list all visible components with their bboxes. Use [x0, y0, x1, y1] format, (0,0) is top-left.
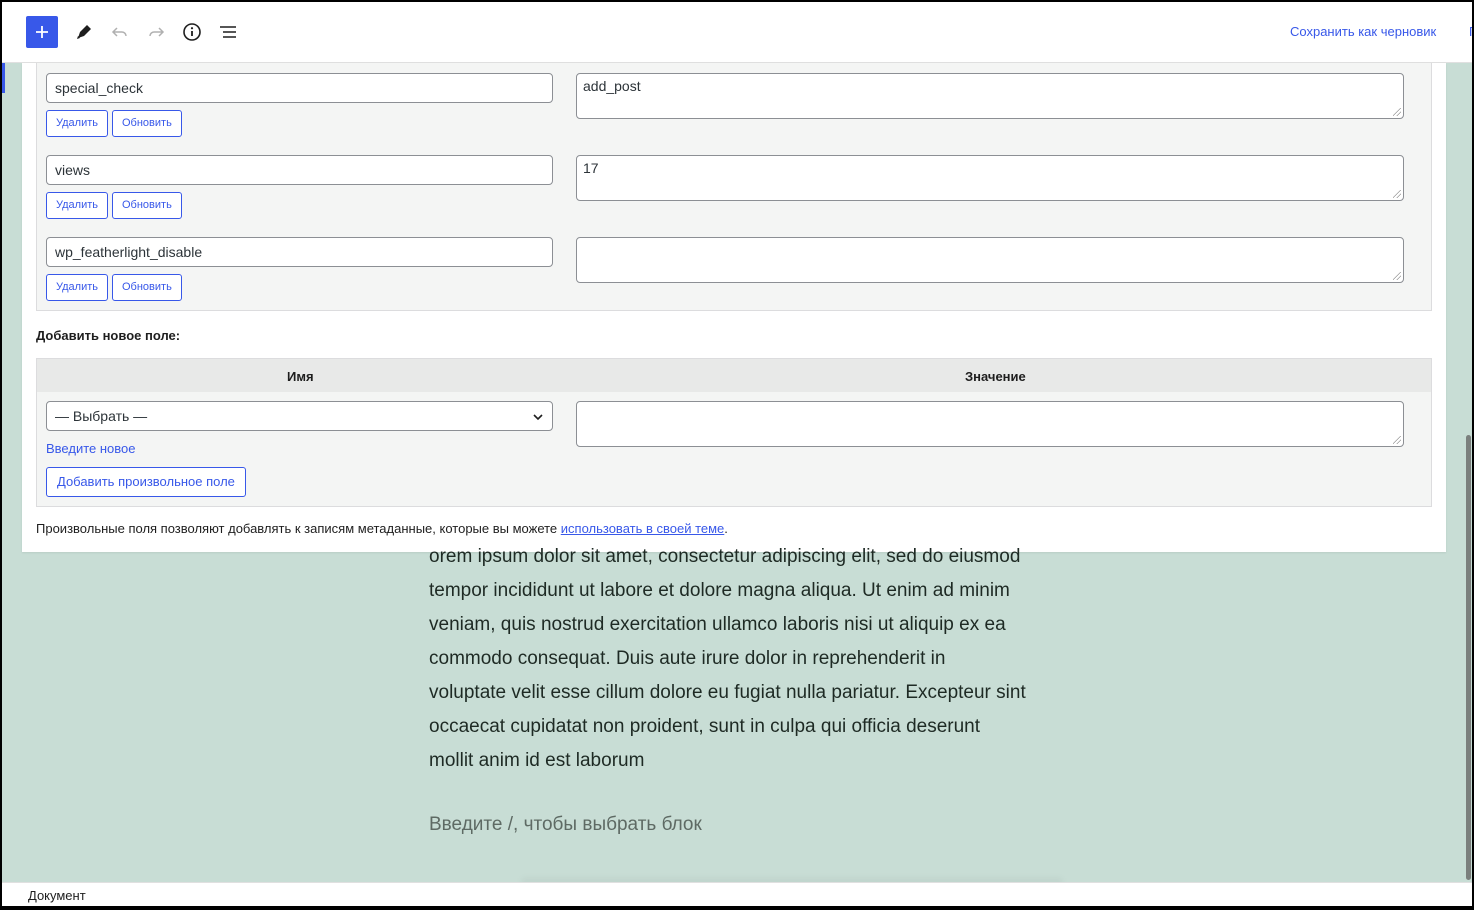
new-field-value-textarea[interactable]: [576, 401, 1404, 447]
paragraph-block[interactable]: orem ipsum dolor sit amet, consectetur a…: [429, 540, 1049, 778]
note-text: Произвольные поля позволяют добавлять к …: [36, 521, 561, 536]
field-key-input[interactable]: views: [46, 155, 553, 185]
update-field-button[interactable]: Обновить: [112, 110, 182, 137]
select-value: — Выбрать —: [55, 408, 148, 424]
column-name-header: Имя: [287, 369, 314, 384]
delete-field-button[interactable]: Удалить: [46, 192, 108, 219]
resize-handle-icon[interactable]: [1393, 190, 1401, 198]
paragraph-line: mollit anim id est laborum: [429, 750, 645, 771]
custom-fields-note: Произвольные поля позволяют добавлять к …: [36, 521, 728, 536]
info-icon[interactable]: [176, 16, 208, 48]
scrollbar[interactable]: [1465, 63, 1472, 884]
custom-field-row: special_check add_post Удалить Обновить: [37, 73, 1433, 155]
preview-button[interactable]: П: [1469, 24, 1472, 39]
block-placeholder[interactable]: Введите /, чтобы выбрать блок: [429, 814, 702, 836]
field-name-select[interactable]: — Выбрать —: [46, 401, 553, 431]
field-value-textarea[interactable]: 17: [576, 155, 1404, 201]
paragraph-line: voluptate velit esse cillum dolore eu fu…: [429, 682, 1026, 703]
redo-icon[interactable]: [140, 16, 172, 48]
custom-field-row: wp_featherlight_disable Удалить Обновить: [37, 237, 1433, 319]
enter-new-link[interactable]: Введите новое: [46, 441, 136, 456]
field-value-textarea[interactable]: add_post: [576, 73, 1404, 119]
update-field-button[interactable]: Обновить: [112, 192, 182, 219]
paragraph-line: veniam, quis nostrud exercitation ullamc…: [429, 614, 1006, 635]
paragraph-line: commodo consequat. Duis aute irure dolor…: [429, 648, 946, 669]
add-field-table-header: Имя Значение: [37, 359, 1431, 392]
paragraph-line: occaecat cupidatat non proident, sunt in…: [429, 716, 981, 737]
add-custom-field-button[interactable]: Добавить произвольное поле: [46, 467, 246, 497]
paragraph-line: tempor incididunt ut labore et dolore ma…: [429, 580, 1010, 601]
editor-frame: Сохранить как черновик П special_check a…: [2, 2, 1472, 906]
list-view-icon[interactable]: [212, 16, 244, 48]
add-new-field-heading: Добавить новое поле:: [36, 328, 181, 343]
paragraph-line: orem ipsum dolor sit amet, consectetur a…: [429, 546, 1021, 567]
use-in-theme-link[interactable]: использовать в своей теме: [561, 521, 725, 536]
chevron-down-icon: [533, 414, 543, 421]
note-end: .: [724, 521, 728, 536]
resize-handle-icon[interactable]: [1393, 108, 1401, 116]
column-value-header: Значение: [965, 369, 1026, 384]
field-key-input[interactable]: wp_featherlight_disable: [46, 237, 553, 267]
field-key-input[interactable]: special_check: [46, 73, 553, 103]
field-value-textarea[interactable]: [576, 237, 1404, 283]
resize-handle-icon[interactable]: [1393, 436, 1401, 444]
add-field-form: Имя Значение — Выбрать — Введите новое Д…: [36, 358, 1432, 507]
plus-icon[interactable]: [26, 16, 58, 48]
delete-field-button[interactable]: Удалить: [46, 274, 108, 301]
custom-field-row: views 17 Удалить Обновить: [37, 155, 1433, 237]
field-value-text: 17: [583, 160, 599, 176]
editor-footer: Документ: [2, 882, 1472, 906]
breadcrumb-document[interactable]: Документ: [28, 888, 86, 903]
delete-field-button[interactable]: Удалить: [46, 110, 108, 137]
custom-fields-panel: special_check add_post Удалить Обновить …: [22, 63, 1446, 552]
selection-indicator: [2, 63, 5, 93]
resize-handle-icon[interactable]: [1393, 272, 1401, 280]
editor-toolbar: Сохранить как черновик П: [2, 2, 1472, 63]
field-value-text: add_post: [583, 78, 641, 94]
custom-fields-list: special_check add_post Удалить Обновить …: [36, 63, 1432, 311]
save-draft-button[interactable]: Сохранить как черновик: [1290, 24, 1436, 39]
update-field-button[interactable]: Обновить: [112, 274, 182, 301]
scrollbar-thumb[interactable]: [1466, 435, 1471, 880]
pencil-icon[interactable]: [68, 16, 100, 48]
undo-icon[interactable]: [104, 16, 136, 48]
